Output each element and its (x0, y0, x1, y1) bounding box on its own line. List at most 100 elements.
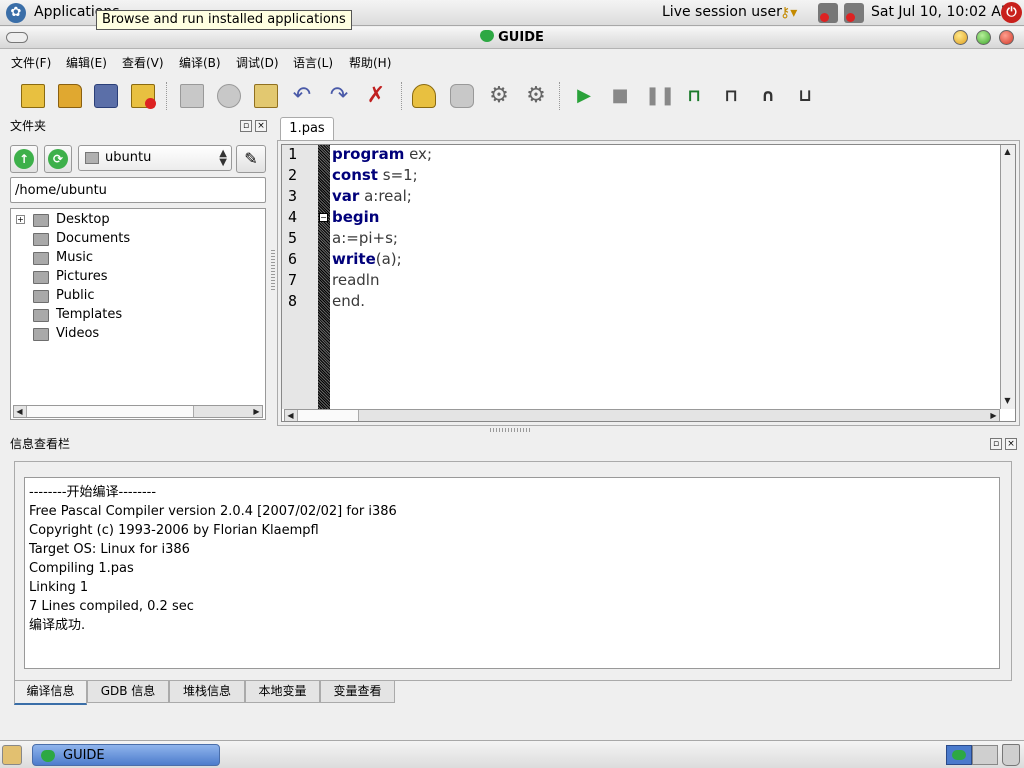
tree-item-videos[interactable]: Videos (11, 325, 265, 344)
path-input[interactable] (10, 177, 266, 203)
show-desktop-icon[interactable] (2, 745, 22, 765)
menu-language[interactable]: 语言(L) (293, 54, 333, 71)
scroll-down-icon[interactable]: ▼ (1002, 395, 1013, 406)
up-arrow-icon: ↑ (14, 149, 34, 169)
gnome-foot-icon[interactable]: ✿ (6, 3, 26, 23)
close-panel-icon[interactable]: × (255, 120, 267, 132)
close-button[interactable] (999, 30, 1014, 45)
compile-gear-icon[interactable]: ⚙ (487, 84, 511, 108)
vertical-splitter[interactable] (271, 250, 275, 290)
toolbar-separator (166, 82, 170, 110)
menu-file[interactable]: 文件(F) (11, 54, 51, 71)
editor-vscrollbar[interactable]: ▲ ▼ (1000, 145, 1015, 409)
line-number: 3 (288, 187, 298, 205)
new-file-icon[interactable] (21, 84, 45, 108)
run-icon[interactable]: ▶ (572, 84, 596, 108)
scroll-up-icon[interactable]: ▲ (1002, 146, 1013, 157)
open-folder-icon[interactable] (58, 84, 82, 108)
run-to-cursor-icon[interactable]: ⊔ (793, 84, 817, 108)
combo-arrows-icon: ▲ ▼ (219, 148, 227, 168)
close-panel-icon[interactable]: × (1005, 438, 1017, 450)
power-icon[interactable]: ⏻ (1001, 2, 1022, 23)
horizontal-splitter[interactable] (490, 428, 530, 432)
brush-icon: ✎ (244, 149, 258, 168)
minimize-button[interactable] (953, 30, 968, 45)
scroll-thumb[interactable] (297, 410, 359, 421)
trash-icon[interactable] (1002, 744, 1020, 766)
save-icon[interactable] (94, 84, 118, 108)
scroll-left-icon[interactable]: ◀ (14, 406, 25, 417)
tree-item-public[interactable]: Public (11, 287, 265, 306)
redo-icon[interactable]: ↷ (327, 84, 351, 108)
menu-build[interactable]: 编译(B) (179, 54, 221, 71)
refresh-button[interactable]: ⟳ (44, 145, 72, 173)
menu-view[interactable]: 查看(V) (122, 54, 164, 71)
tree-item-templates[interactable]: Templates (11, 306, 265, 325)
replace-icon[interactable] (450, 84, 474, 108)
tree-item-desktop[interactable]: + Desktop (11, 211, 265, 230)
code-text: ex; (404, 145, 432, 163)
float-panel-icon[interactable]: ▫ (240, 120, 252, 132)
tree-item-music[interactable]: Music (11, 249, 265, 268)
window-titlebar[interactable]: GUIDE (0, 27, 1024, 49)
scroll-thumb[interactable] (26, 406, 194, 417)
cut-icon[interactable] (217, 84, 241, 108)
find-icon[interactable] (412, 84, 436, 108)
tab-watch-vars[interactable]: 变量查看 (320, 681, 395, 703)
undo-icon[interactable]: ↶ (290, 84, 314, 108)
editor-hscrollbar[interactable]: ◀ ▶ (284, 409, 1000, 421)
tree-hscrollbar[interactable]: ◀ ▶ (13, 405, 263, 418)
user-label[interactable]: Live session user (662, 4, 782, 20)
folder-tree: + Desktop Documents Music Pictures Public… (10, 208, 266, 420)
build-gear-icon[interactable]: ⚙ (524, 84, 548, 108)
stop-icon[interactable]: ■ (608, 84, 632, 108)
tools-icon[interactable]: ✗ (364, 84, 388, 108)
go-up-button[interactable]: ↑ (10, 145, 38, 173)
code-line-2: const s=1; (332, 166, 418, 184)
tab-gdb-info[interactable]: GDB 信息 (87, 681, 169, 703)
network-icon[interactable] (818, 3, 838, 23)
float-panel-icon[interactable]: ▫ (990, 438, 1002, 450)
code-text: end. (332, 292, 366, 310)
pause-icon[interactable]: ❚❚ (645, 84, 675, 108)
paste-icon[interactable] (254, 84, 278, 108)
compiler-output[interactable]: --------开始编译-------- Free Pascal Compile… (24, 477, 1000, 669)
clear-filter-button[interactable]: ✎ (236, 145, 266, 173)
step-out-icon[interactable]: ∩ (756, 84, 780, 108)
message-panel-title: 信息查看栏 (10, 437, 71, 451)
expand-icon[interactable]: + (16, 215, 25, 224)
tree-item-documents[interactable]: Documents (11, 230, 265, 249)
scroll-right-icon[interactable]: ▶ (251, 406, 262, 417)
message-panel: 信息查看栏 ▫ × --------开始编译-------- Free Pasc… (4, 433, 1020, 708)
clock[interactable]: Sat Jul 10, 10:02 AM (871, 4, 1013, 20)
tree-item-pictures[interactable]: Pictures (11, 268, 265, 287)
guide-heart-icon (480, 30, 495, 42)
menu-help[interactable]: 帮助(H) (349, 54, 391, 71)
fold-collapse-icon[interactable]: − (319, 213, 328, 222)
folder-icon (33, 271, 49, 284)
menu-debug[interactable]: 调试(D) (236, 54, 279, 71)
workspace-1[interactable] (946, 745, 972, 765)
menu-edit[interactable]: 编辑(E) (66, 54, 107, 71)
maximize-button[interactable] (976, 30, 991, 45)
scroll-left-icon[interactable]: ◀ (285, 410, 296, 421)
tab-1-pas[interactable]: 1.pas (280, 117, 334, 141)
output-line: --------开始编译-------- (29, 485, 157, 500)
step-into-icon[interactable]: ⊓ (719, 84, 743, 108)
tab-compile-info[interactable]: 编译信息 (14, 681, 87, 705)
workspace-2[interactable] (972, 745, 998, 765)
close-file-icon[interactable] (131, 84, 156, 109)
tab-local-vars[interactable]: 本地变量 (245, 681, 320, 703)
directory-combo[interactable]: ubuntu ▲ ▼ (78, 145, 232, 171)
code-editor[interactable]: 1 2 3 4 5 6 7 8 − program ex; const s=1;… (281, 144, 1016, 422)
folder-icon (33, 252, 49, 265)
update-notifier-icon[interactable] (844, 3, 864, 23)
key-icon[interactable]: ⚷▾ (780, 5, 804, 21)
window-title: GUIDE (0, 30, 1024, 45)
taskbar-item-guide[interactable]: GUIDE (32, 744, 220, 766)
code-text: s=1; (377, 166, 418, 184)
scroll-right-icon[interactable]: ▶ (988, 410, 999, 421)
tab-stack-info[interactable]: 堆栈信息 (169, 681, 245, 703)
step-over-icon[interactable]: ⊓ (682, 84, 706, 108)
copy-icon[interactable] (180, 84, 204, 108)
